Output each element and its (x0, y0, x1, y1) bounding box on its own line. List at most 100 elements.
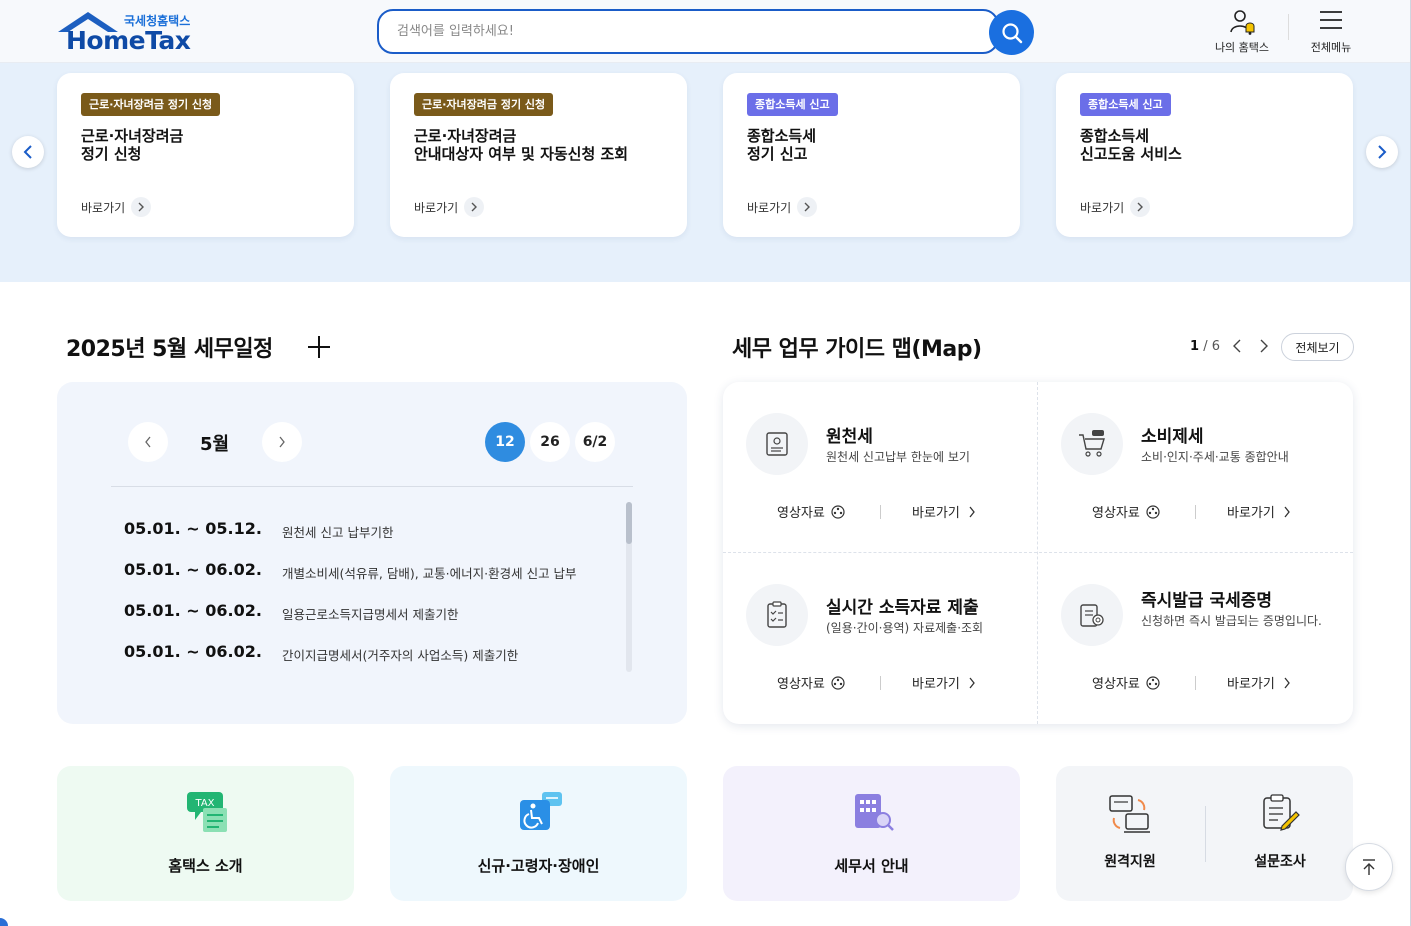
survey-clipboard-icon (1263, 794, 1300, 831)
schedule-date: 05.01. ~ 06.02. (124, 642, 262, 661)
schedule-date: 05.01. ~ 06.02. (124, 560, 262, 579)
chevron-right-icon (1284, 506, 1290, 517)
search-input[interactable] (379, 11, 997, 52)
chevron-right-icon (464, 197, 485, 217)
day-button[interactable]: 26 (530, 422, 570, 462)
chevron-right-icon (1130, 197, 1151, 217)
go-label: 바로가기 (1080, 200, 1125, 215)
video-label: 영상자료 (777, 506, 825, 521)
video-link[interactable]: 영상자료 (777, 502, 845, 521)
go-label: 바로가기 (747, 200, 792, 215)
go-link[interactable]: 바로가기 (1227, 673, 1291, 692)
guide-pager: 1 / 6 (1190, 339, 1220, 354)
link-separator (880, 676, 881, 690)
schedule-date: 05.01. ~ 05.12. (124, 519, 262, 538)
search-box (377, 9, 999, 54)
schedule-date: 05.01. ~ 06.02. (124, 601, 262, 620)
schedule-desc: 개별소비세(석유류, 담배), 교통·에너지·환경세 신고 납부 (282, 566, 577, 581)
film-reel-icon (831, 675, 845, 690)
pager-total: / 6 (1203, 339, 1220, 354)
chevron-right-icon (969, 677, 975, 688)
banner-go-link[interactable]: 바로가기 (747, 197, 818, 217)
guide-item-links: 영상자료 바로가기 (1038, 502, 1353, 522)
my-hometax-button[interactable]: 나의 홈택스 (1202, 8, 1282, 56)
scroll-top-button[interactable] (1345, 843, 1393, 891)
guide-title: 세무 업무 가이드 맵(Map) (732, 337, 982, 362)
tile-label: 원격지원 (1104, 854, 1156, 870)
pager-prev-icon[interactable] (1232, 339, 1242, 353)
header-divider (1288, 14, 1289, 40)
month-prev-button[interactable] (128, 422, 168, 462)
guide-item-title: 소비제세 (1141, 427, 1204, 447)
hometax-logo[interactable]: 국세청홈택스 HomeTax (56, 10, 206, 55)
corner-accent (0, 918, 8, 926)
document-icon (746, 413, 808, 475)
go-link[interactable]: 바로가기 (912, 502, 976, 521)
go-link[interactable]: 바로가기 (912, 673, 976, 692)
svg-text:TAX: TAX (194, 798, 214, 809)
go-label: 바로가기 (414, 200, 459, 215)
search-icon (1001, 22, 1022, 43)
tile-accessibility[interactable]: 신규·고령자·장애인 (390, 766, 687, 901)
banner-title: 종합소득세 신고도움 서비스 (1080, 127, 1182, 163)
guide-item-desc: 신청하면 즉시 발급되는 증명입니다. (1141, 614, 1322, 628)
link-separator (1195, 505, 1196, 519)
wheelchair-chat-icon (520, 792, 562, 830)
day-button[interactable]: 6/2 (575, 422, 615, 462)
tax-cart-icon (1061, 413, 1123, 475)
view-all-button[interactable]: 전체보기 (1281, 333, 1354, 361)
video-link[interactable]: 영상자료 (1092, 673, 1160, 692)
schedule-desc: 원천세 신고 납부기한 (282, 525, 394, 540)
banner-card[interactable]: 종합소득세 신고 종합소득세 정기 신고 바로가기 (723, 73, 1020, 237)
banner-next-button[interactable] (1366, 136, 1398, 168)
film-reel-icon (831, 504, 845, 519)
banner-badge: 종합소득세 신고 (747, 93, 838, 116)
banner-go-link[interactable]: 바로가기 (1080, 197, 1151, 217)
video-link[interactable]: 영상자료 (1092, 502, 1160, 521)
go-label: 바로가기 (1227, 506, 1275, 521)
banner-badge: 종합소득세 신고 (1080, 93, 1171, 116)
banner-prev-button[interactable] (12, 136, 44, 168)
film-reel-icon (1146, 675, 1160, 690)
schedule-desc: 일용근로소득지급명세서 제출기한 (282, 607, 459, 622)
pager-current: 1 (1190, 339, 1200, 354)
guide-item-title: 즉시발급 국세증명 (1141, 591, 1273, 611)
tile-label: 설문조사 (1254, 854, 1306, 870)
banner-card[interactable]: 근로·자녀장려금 정기 신청 근로·자녀장려금 안내대상자 여부 및 자동신청 … (390, 73, 687, 237)
chevron-left-icon (23, 145, 32, 159)
plus-icon[interactable] (306, 334, 332, 360)
tile-tax-office[interactable]: 세무서 안내 (723, 766, 1020, 901)
schedule-scrollbar-thumb[interactable] (626, 502, 632, 544)
schedule-divider (111, 486, 633, 487)
tile-label: 홈택스 소개 (168, 857, 243, 875)
search-button[interactable] (989, 10, 1034, 55)
all-menu-button[interactable]: 전체메뉴 (1291, 8, 1371, 56)
chevron-right-icon (1284, 677, 1290, 688)
go-label: 바로가기 (81, 200, 126, 215)
tile-label: 세무서 안내 (834, 857, 909, 875)
film-reel-icon (1146, 504, 1160, 519)
day-button[interactable]: 12 (485, 422, 525, 462)
tile-hometax-intro[interactable]: TAX 홈택스 소개 (57, 766, 354, 901)
tile-survey[interactable]: 설문조사 (1206, 766, 1354, 901)
tile-remote-support[interactable]: 원격지원 (1056, 766, 1204, 901)
video-link[interactable]: 영상자료 (777, 673, 845, 692)
banner-go-link[interactable]: 바로가기 (414, 197, 485, 217)
banner-title: 근로·자녀장려금 안내대상자 여부 및 자동신청 조회 (414, 127, 629, 163)
banner-card[interactable]: 종합소득세 신고 종합소득세 신고도움 서비스 바로가기 (1056, 73, 1353, 237)
guide-item-links: 영상자료 바로가기 (1038, 673, 1353, 693)
tile-support-group: 원격지원 설문조사 (1056, 766, 1353, 901)
banner-card[interactable]: 근로·자녀장려금 정기 신청 근로·자녀장려금 정기 신청 바로가기 (57, 73, 354, 237)
banner-go-link[interactable]: 바로가기 (81, 197, 152, 217)
guide-item-withholding: 원천세 원천세 신고납부 한눈에 보기 영상자료 바로가기 (723, 382, 1038, 552)
link-separator (880, 505, 881, 519)
banner-badge: 근로·자녀장려금 정기 신청 (81, 93, 221, 116)
banner-title: 종합소득세 정기 신고 (747, 127, 817, 163)
guide-item-realtime-income: 실시간 소득자료 제출 (일용·간이·용역) 자료제출·조회 영상자료 바로가기 (723, 553, 1038, 723)
chevron-right-icon (131, 197, 152, 217)
chevron-right-icon (279, 436, 285, 448)
month-next-button[interactable] (262, 422, 302, 462)
pager-next-icon[interactable] (1259, 339, 1269, 353)
arrow-up-icon (1363, 859, 1375, 875)
go-link[interactable]: 바로가기 (1227, 502, 1291, 521)
